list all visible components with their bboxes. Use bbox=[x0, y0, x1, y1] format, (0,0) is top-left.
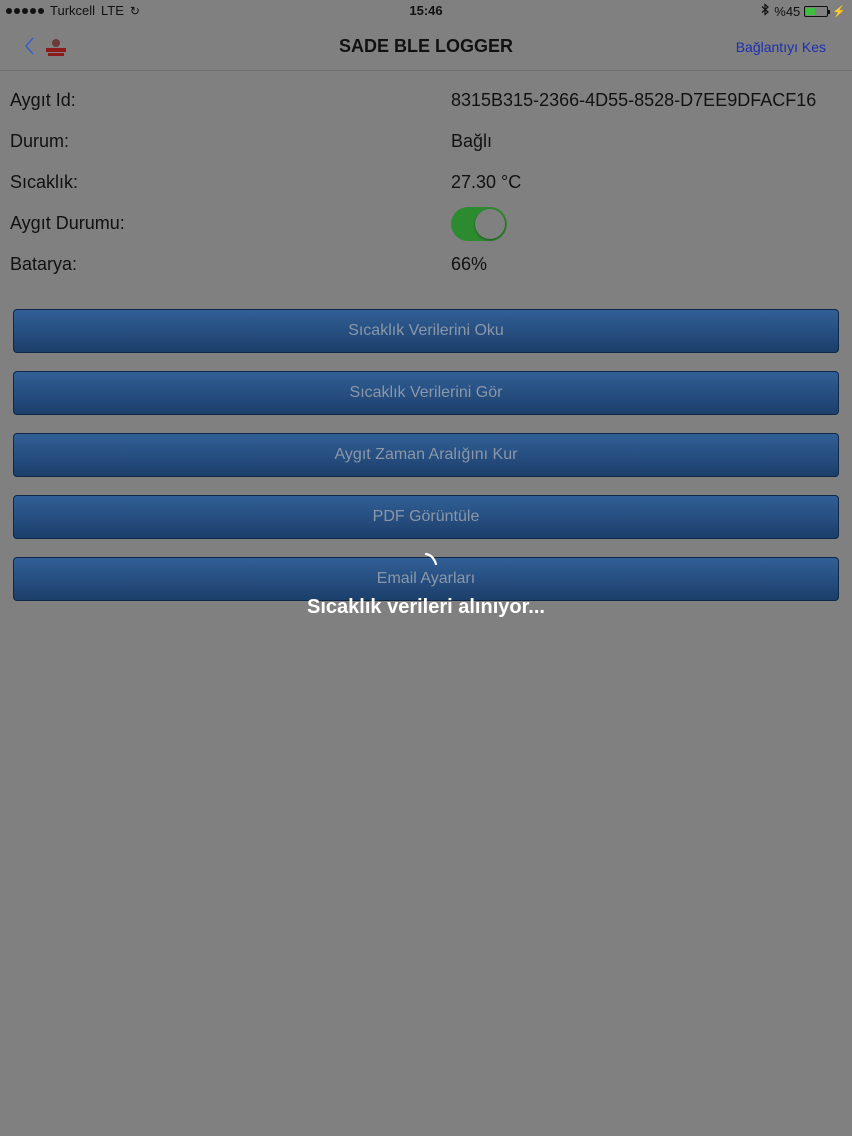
battery-percent: %45 bbox=[774, 3, 801, 19]
battery-label: Batarya: bbox=[10, 254, 78, 274]
battery-value: 66% bbox=[451, 254, 488, 274]
connection-status-label: Durum: bbox=[10, 131, 70, 151]
navigation-bar: SADE BLE LOGGER Bağlantıyı Kes bbox=[0, 24, 852, 71]
loading-spinner-icon bbox=[424, 552, 438, 566]
status-time: 15:46 bbox=[409, 3, 443, 18]
device-id-row: Aygıt Id: 8315B315-2366-4D55-8528-D7EE9D… bbox=[0, 80, 852, 121]
device-state-toggle[interactable] bbox=[451, 207, 507, 241]
toggle-knob bbox=[475, 209, 505, 239]
device-id-value: 8315B315-2366-4D55-8528-D7EE9DFACF16 bbox=[451, 90, 817, 110]
view-temperatures-button[interactable]: Sıcaklık Verilerini Gör bbox=[13, 371, 839, 415]
battery-row: Batarya: 66% bbox=[0, 244, 852, 285]
connection-status-value: Bağlı bbox=[451, 131, 493, 151]
page-title: SADE BLE LOGGER bbox=[338, 36, 513, 56]
action-buttons: Sıcaklık Verilerini Oku Sıcaklık Veriler… bbox=[13, 309, 839, 619]
status-bar: Turkcell LTE ↻ 15:46 %45 ⚡ bbox=[0, 0, 852, 24]
device-state-label: Aygıt Durumu: bbox=[10, 213, 125, 233]
charging-bolt-icon: ⚡ bbox=[832, 5, 846, 18]
temperature-row: Sıcaklık: 27.30 °C bbox=[0, 162, 852, 203]
device-info-list: Aygıt Id: 8315B315-2366-4D55-8528-D7EE9D… bbox=[0, 80, 852, 285]
set-interval-button[interactable]: Aygıt Zaman Aralığını Kur bbox=[13, 433, 839, 477]
connection-status-row: Durum: Bağlı bbox=[0, 121, 852, 162]
status-right: %45 ⚡ bbox=[761, 3, 846, 19]
battery-fill bbox=[806, 7, 816, 15]
bluetooth-icon bbox=[761, 3, 770, 19]
device-state-row: Aygıt Durumu: bbox=[0, 203, 852, 244]
disconnect-button[interactable]: Bağlantıyı Kes bbox=[736, 39, 826, 55]
device-id-label: Aygıt Id: bbox=[10, 90, 76, 110]
view-pdf-button[interactable]: PDF Görüntüle bbox=[13, 495, 839, 539]
read-temperatures-button[interactable]: Sıcaklık Verilerini Oku bbox=[13, 309, 839, 353]
battery-icon bbox=[804, 5, 831, 17]
temperature-value: 27.30 °C bbox=[451, 172, 522, 192]
temperature-label: Sıcaklık: bbox=[10, 172, 79, 192]
loading-message: Sıcaklık verileri alınıyor... bbox=[307, 596, 545, 618]
